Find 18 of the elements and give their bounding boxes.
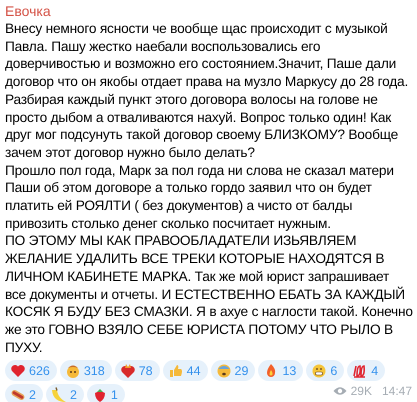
reaction-button[interactable]: 13 [258, 360, 304, 382]
reaction-button[interactable]: 6 [306, 360, 344, 382]
message-time: 14:47 [382, 384, 412, 398]
reaction-button[interactable]: 2 [5, 384, 43, 402]
reaction-button[interactable]: 44 [162, 360, 208, 382]
reaction-button[interactable]: 626 [5, 360, 57, 382]
reaction-button[interactable]: 29 [210, 360, 256, 382]
reaction-button[interactable]: 2 [46, 384, 84, 402]
reaction-button[interactable]: 78 [114, 360, 160, 382]
message-text: Внесу немного ясности че вообще щас происходит с музыкой Павла. Пашу жестко наебали воспользовались его доверчивостью и возможно его состоянием.Значит, Паше дали договор что он якобы отдает права на музло Маркусу до 28 года. Разбирая каждый пункт этого договора волосы на голове не просто дыбом а отваливаются нахуй. Вопрос только один! Как друг мог подсунуть такой договор своему БЛИЗКОМУ? Вообще зачем этот договор нужно было делать? [5, 20, 410, 162]
reaction-button[interactable]: 4 [347, 360, 386, 382]
eye-icon [332, 386, 347, 396]
view-count: 29K [350, 384, 372, 398]
message-text: ПО ЭТОМУ МЫ КАК ПРАВООБЛАДАТЕЛИ ИЗЬЯВЛЯЕМ ЖЕЛАНИЕ УДАЛИТЬ ВСЕ ТРЕКИ КОТОРЫЕ НАХОДЯТСЯ В ЛИЧНОМ КАБИНЕТЕ МАРКА. Так же мой юрист запрашивает все документы и отчеты. И ЕСТЕСТВЕННО ЕБАТЬ ЗА КАЖДЫЙ КОСЯК Я БУДУ БЕЗ СМАЗКИ. Я в ахуе с наглости такой. Конечно же это ГОВНО ВЗЯЛО СЕБЕ ЮРИСТА ПОТОМУ ЧТО РЫЛО В ПУХУ. [5, 232, 413, 356]
author-name[interactable]: Евочка [5, 2, 51, 20]
reaction-button[interactable]: 318 [60, 360, 112, 382]
reaction-button[interactable]: 1 [86, 384, 125, 402]
message-text: Прошло пол года, Марк за пол года ни слова не сказал матери Паши об этом договоре а только гордо заявил что он будет платить ей РОЯЛТИ ( без документов) а чисто от балды привозить столько денег сколько посчитает нужным. [5, 162, 395, 232]
